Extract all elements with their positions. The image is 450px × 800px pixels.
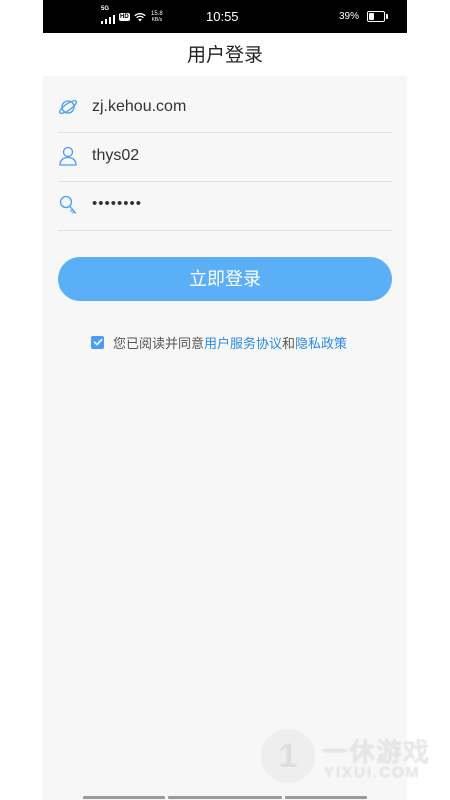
username-field[interactable]: thys02: [58, 133, 392, 182]
password-input[interactable]: ••••••••: [92, 194, 142, 214]
agreement-and: 和: [282, 335, 296, 351]
page-title: 用户登录: [186, 45, 263, 66]
agreement-row: 您已阅读并同意 用户服务协议 和 隐私政策: [91, 333, 347, 351]
hd-badge: HD: [119, 13, 130, 21]
agreement-checkbox[interactable]: [91, 335, 104, 349]
login-button[interactable]: 立即登录: [58, 257, 392, 301]
globe-icon: [58, 100, 78, 114]
privacy-policy-link[interactable]: 隐私政策: [295, 333, 347, 352]
signal-icon: [101, 12, 115, 24]
username-input[interactable]: thys02: [92, 146, 139, 166]
status-bar: 5G HD 15.8 KB/s 10:55 39%: [43, 0, 407, 33]
clock: 10:55: [206, 9, 239, 24]
key-icon: [59, 195, 77, 214]
battery-icon: [367, 11, 388, 22]
user-agreement-link[interactable]: 用户服务协议: [204, 333, 282, 352]
wifi-icon: [134, 13, 146, 22]
check-icon: [93, 338, 102, 346]
network-speed: 15.8 KB/s: [151, 11, 163, 23]
watermark: 1 一休游戏 YIXUI.COM: [262, 730, 432, 784]
user-icon: [59, 146, 77, 166]
nav-bar: 用户登录: [43, 33, 407, 76]
watermark-domain: YIXUI.COM: [324, 764, 421, 781]
bottom-nav-indicator: [83, 796, 367, 799]
app-screen: 5G HD 15.8 KB/s 10:55 39% 用户登录 zj.kehou.…: [43, 0, 407, 800]
agreement-prefix: 您已阅读并同意: [113, 335, 205, 351]
watermark-logo: 1: [262, 730, 314, 782]
battery-percent: 39%: [339, 11, 360, 22]
server-input[interactable]: zj.kehou.com: [92, 97, 186, 117]
server-field[interactable]: zj.kehou.com: [58, 84, 392, 133]
password-field[interactable]: ••••••••: [58, 182, 392, 231]
